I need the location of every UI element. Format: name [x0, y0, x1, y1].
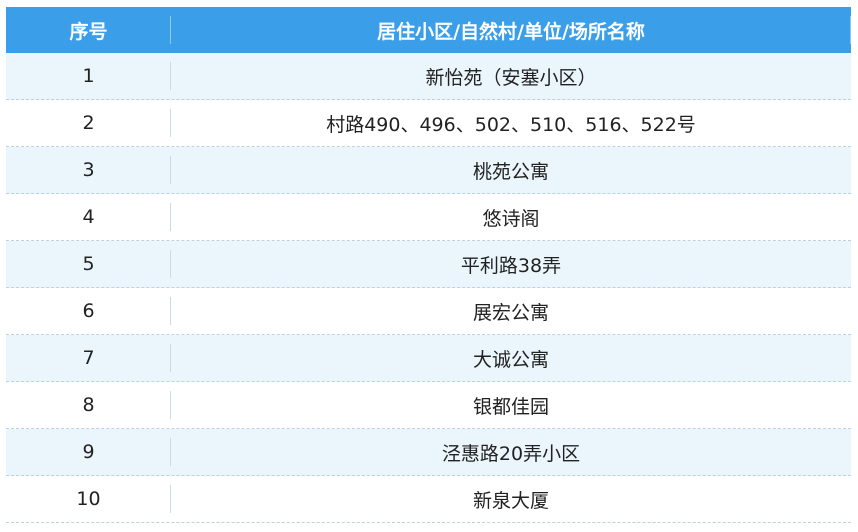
row-name: 泾惠路20弄小区	[441, 442, 581, 465]
row-name: 银都佳园	[472, 395, 549, 418]
table-row: 5 平利路38弄	[6, 241, 851, 288]
row-index: 8	[6, 382, 171, 428]
row-name: 大诚公寓	[472, 348, 549, 371]
row-name: 新泉大厦	[472, 489, 549, 512]
row-index: 7	[6, 335, 171, 381]
row-name: 村路490、496、502、510、516、522号	[326, 113, 696, 136]
header-index: 序号	[6, 7, 171, 53]
row-name: 新怡苑（安塞小区）	[425, 66, 597, 89]
row-index: 5	[6, 241, 171, 287]
row-index: 4	[6, 194, 171, 240]
row-index: 10	[6, 476, 171, 522]
row-name: 悠诗阁	[482, 207, 540, 230]
row-name: 平利路38弄	[460, 254, 562, 277]
table-row: 2 村路490、496、502、510、516、522号	[6, 100, 851, 147]
locations-table: 序号 居住小区/自然村/单位/场所名称 1 新怡苑（安塞小区） 2 村路490、…	[6, 7, 851, 523]
table-header-row: 序号 居住小区/自然村/单位/场所名称	[6, 7, 851, 53]
table-row: 7 大诚公寓	[6, 335, 851, 382]
table-row: 9 泾惠路20弄小区	[6, 429, 851, 476]
row-index: 9	[6, 429, 171, 475]
table-row: 1 新怡苑（安塞小区）	[6, 53, 851, 100]
row-index: 1	[6, 53, 171, 99]
row-index: 2	[6, 100, 171, 146]
table-row: 6 展宏公寓	[6, 288, 851, 335]
table-row: 10 新泉大厦	[6, 476, 851, 523]
header-name: 居住小区/自然村/单位/场所名称	[171, 7, 851, 53]
row-index: 6	[6, 288, 171, 334]
table-row: 4 悠诗阁	[6, 194, 851, 241]
table-row: 8 银都佳园	[6, 382, 851, 429]
row-name: 展宏公寓	[472, 301, 549, 324]
row-name: 桃苑公寓	[472, 160, 549, 183]
row-index: 3	[6, 147, 171, 193]
table-row: 3 桃苑公寓	[6, 147, 851, 194]
